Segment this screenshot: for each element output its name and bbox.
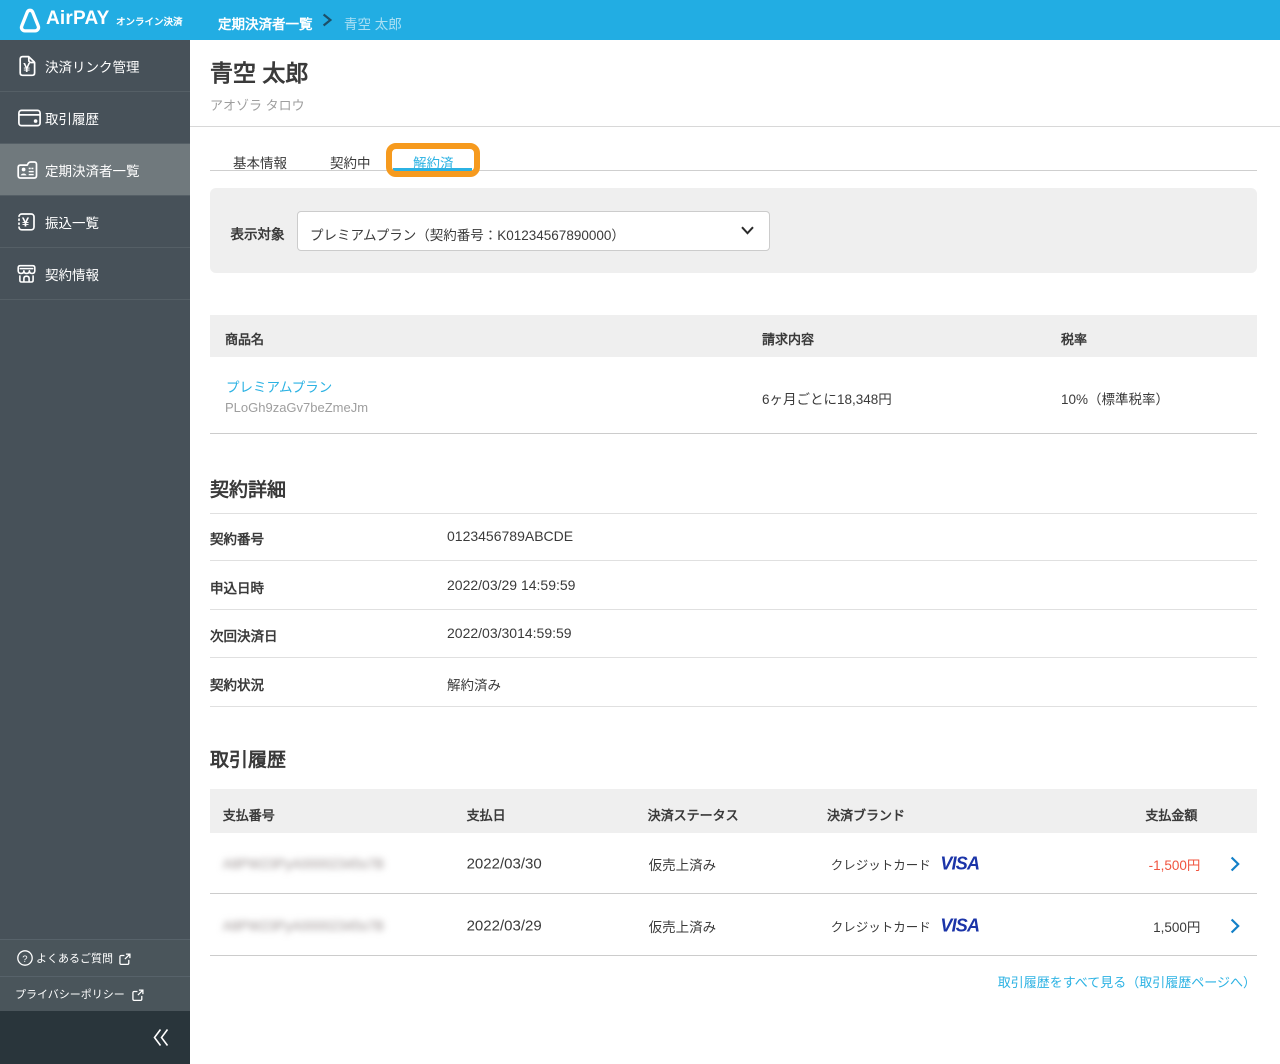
svg-text:?: ? [22, 954, 27, 965]
svg-text:¥: ¥ [22, 214, 30, 229]
svg-text:¥: ¥ [23, 60, 30, 74]
